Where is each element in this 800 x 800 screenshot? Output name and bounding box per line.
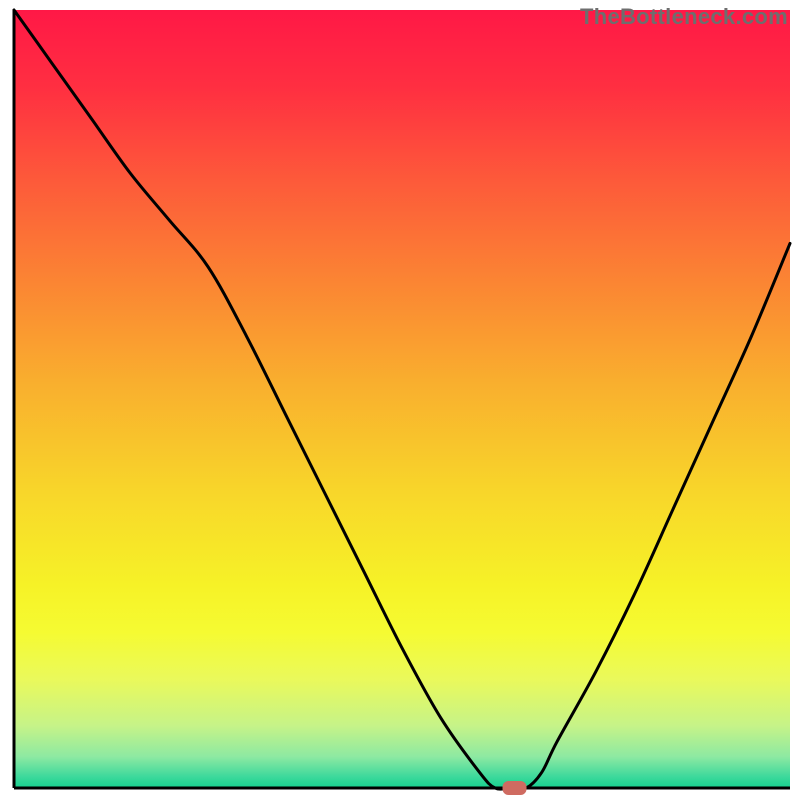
watermark: TheBottleneck.com — [580, 4, 788, 30]
chart-container: TheBottleneck.com — [0, 0, 800, 800]
optimum-marker — [503, 781, 527, 795]
chart-background — [14, 10, 790, 788]
bottleneck-curve-chart — [0, 0, 800, 800]
